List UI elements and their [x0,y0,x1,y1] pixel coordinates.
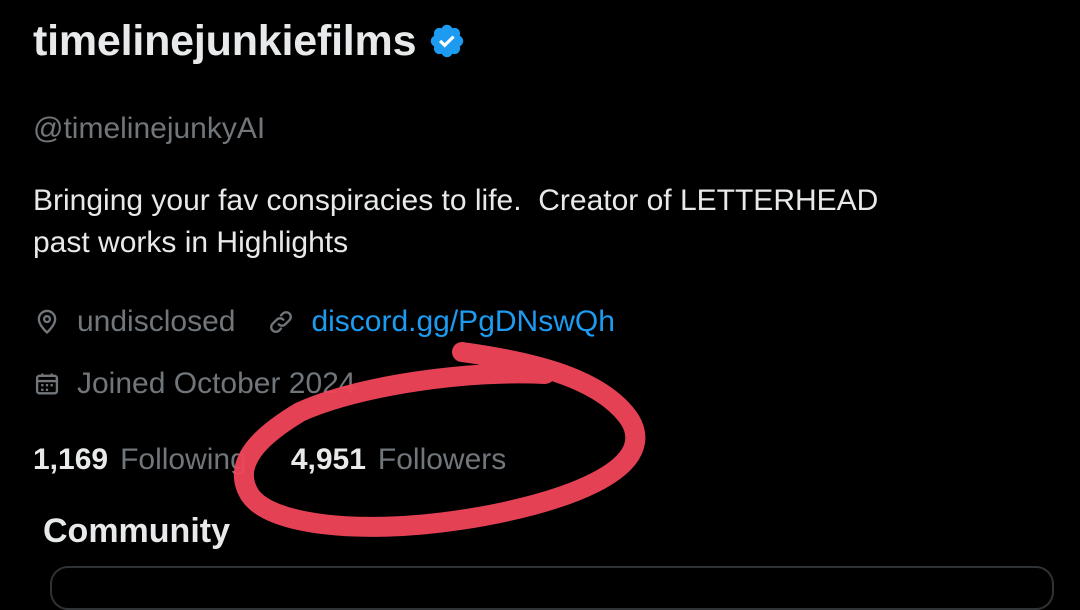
link-icon [267,308,295,336]
location-text: undisclosed [77,305,236,338]
followers-stat[interactable]: 4,951 Followers [291,443,506,477]
community-heading: Community [43,512,230,550]
profile-header: timelinejunkiefilms @timelinejunkyAI Bri… [33,0,1053,572]
display-name: timelinejunkiefilms [33,16,417,65]
location-item: undisclosed [33,305,235,339]
bio-line: past works in Highlights [33,226,349,259]
profile-bio: Bringing your fav conspiracies to life. … [33,180,1043,264]
calendar-icon [33,370,61,398]
name-row: timelinejunkiefilms [33,14,466,68]
following-stat[interactable]: 1,169 Following [33,443,247,477]
followers-count: 4,951 [290,443,366,476]
verified-badge-icon[interactable] [428,22,466,60]
followers-label: Followers [377,443,507,476]
website-item[interactable]: discord.gg/PgDNswQh [267,305,615,339]
profile-meta-row: undisclosed discord.gg/PgDNswQh [33,302,615,342]
bio-line: Bringing your fav conspiracies to life. … [33,184,879,217]
joined-item: Joined October 2024 [33,367,356,401]
following-count: 1,169 [33,443,109,476]
joined-row: Joined October 2024 [33,364,356,404]
follow-stats: 1,169 Following 4,951 Followers [33,440,506,480]
following-label: Following [120,443,247,476]
location-pin-icon [33,308,61,336]
profile-handle: @timelinejunkyAI [33,112,266,145]
website-link[interactable]: discord.gg/PgDNswQh [311,305,614,339]
community-card[interactable] [50,566,1054,610]
joined-text: Joined October 2024 [77,367,356,400]
